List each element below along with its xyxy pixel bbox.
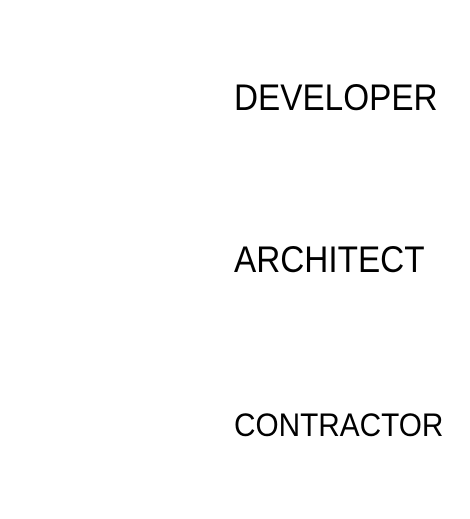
role-architect: ARCHITECT [234, 239, 425, 280]
role-contractor: CONTRACTOR [234, 407, 444, 443]
role-developer: DEVELOPER [234, 77, 438, 118]
